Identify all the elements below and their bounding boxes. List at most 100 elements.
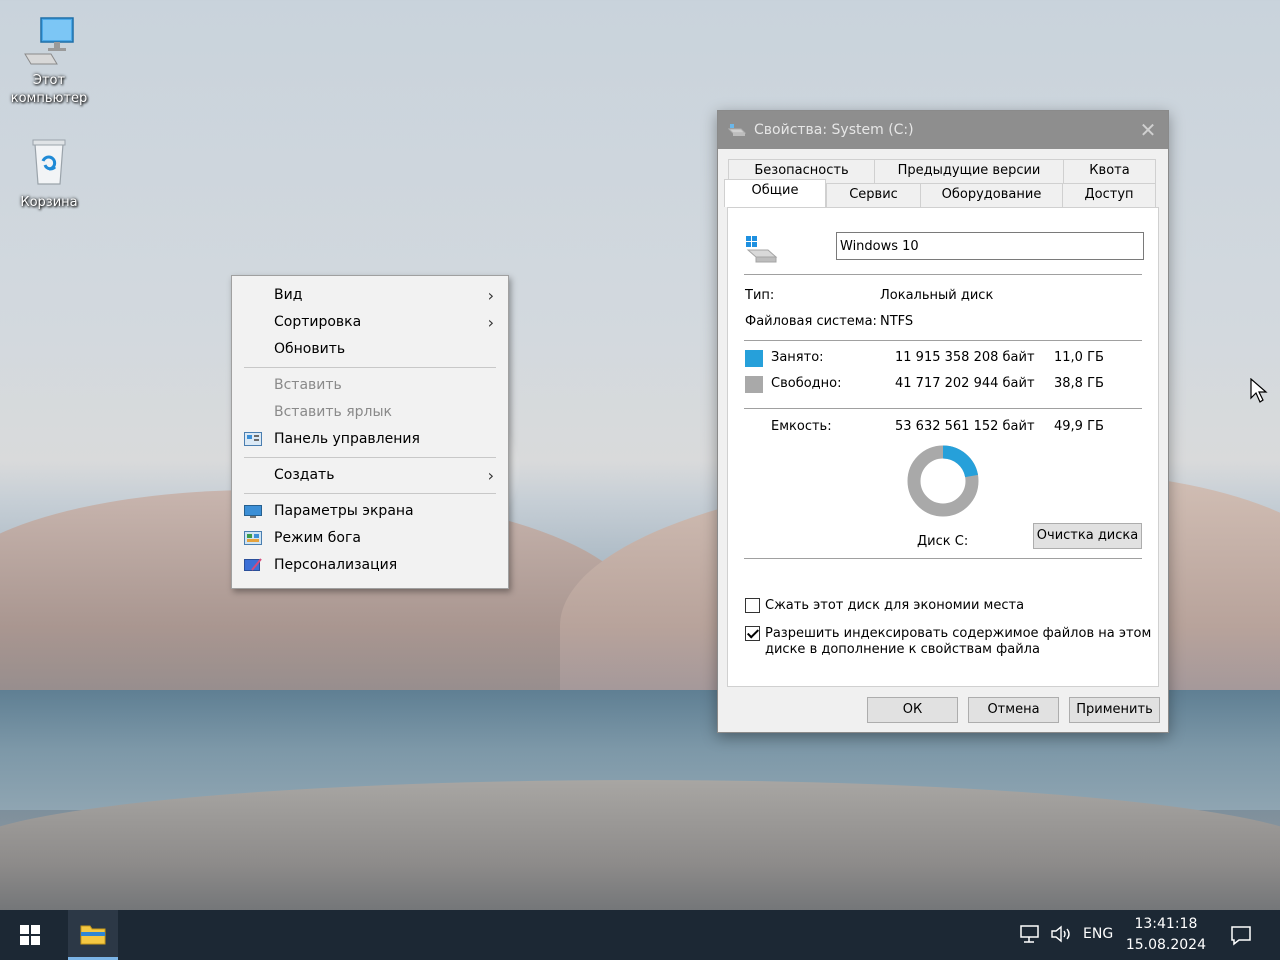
compress-drive-checkbox[interactable]	[745, 598, 760, 613]
disk-label: Диск C:	[917, 534, 969, 549]
cancel-button[interactable]: Отмена	[968, 697, 1059, 723]
menu-item-label: Режим бога	[274, 530, 361, 546]
display-settings-icon	[244, 505, 262, 518]
close-icon: ✕	[1139, 118, 1157, 142]
menu-separator	[244, 367, 496, 368]
menu-item-label: Вставить	[274, 377, 342, 393]
network-icon[interactable]	[1020, 924, 1042, 944]
tab-quota[interactable]: Квота	[1063, 159, 1156, 183]
menu-item-new[interactable]: Создать ›	[232, 462, 508, 489]
menu-item-label: Обновить	[274, 341, 346, 357]
menu-item-sort[interactable]: Сортировка ›	[232, 309, 508, 336]
button-label: Очистка диска	[1036, 528, 1139, 543]
menu-item-control-panel[interactable]: Панель управления	[232, 426, 508, 453]
divider	[744, 558, 1142, 559]
system-drive-icon	[746, 236, 778, 263]
menu-item-label: Создать	[274, 467, 335, 483]
desktop-label: Корзина	[20, 195, 78, 210]
divider	[744, 340, 1142, 341]
ok-button[interactable]: ОК	[867, 697, 958, 723]
type-value: Локальный диск	[880, 288, 994, 303]
menu-item-display-settings[interactable]: Параметры экрана	[232, 498, 508, 525]
menu-item-label: Параметры экрана	[274, 503, 414, 519]
mouse-pointer-icon	[1250, 378, 1268, 403]
notifications-icon[interactable]	[1230, 924, 1252, 946]
compress-drive-label: Сжать этот диск для экономии места	[765, 598, 1025, 613]
button-label: ОК	[902, 702, 923, 717]
control-panel-icon	[244, 432, 262, 446]
desktop-label: Этот	[32, 73, 66, 88]
general-tab-panel: Тип: Локальный диск Файловая система: NT…	[727, 207, 1159, 687]
dialog-title-bar[interactable]: Свойства: System (C:) ✕	[718, 111, 1168, 149]
drive-icon	[728, 124, 746, 136]
index-files-checkbox[interactable]	[745, 626, 760, 641]
desktop-context-menu: Вид › Сортировка › Обновить Вставить Вст…	[231, 275, 509, 589]
free-gb: 38,8 ГБ	[1054, 376, 1104, 391]
capacity-bytes: 53 632 561 152 байт	[895, 419, 1035, 434]
clock-date: 15.08.2024	[1125, 937, 1206, 953]
menu-item-refresh[interactable]: Обновить	[232, 336, 508, 363]
index-files-label-line2: диске в дополнение к свойствам файла	[765, 642, 1040, 657]
chevron-right-icon: ›	[487, 286, 494, 305]
folder-icon	[80, 925, 106, 945]
desktop-label: компьютер	[10, 91, 88, 106]
menu-item-label: Панель управления	[274, 431, 420, 447]
menu-item-god-mode[interactable]: Режим бога	[232, 525, 508, 552]
volume-icon[interactable]	[1050, 924, 1072, 944]
chevron-right-icon: ›	[487, 313, 494, 332]
this-pc-icon	[24, 17, 74, 65]
dialog-title: Свойства: System (C:)	[754, 122, 914, 138]
menu-item-paste: Вставить	[232, 372, 508, 399]
tab-label: Квота	[1089, 163, 1130, 178]
file-explorer-taskbar-button[interactable]	[68, 910, 118, 960]
menu-item-label: Сортировка	[274, 314, 362, 330]
taskbar-clock[interactable]: 13:41:18 15.08.2024	[1126, 914, 1206, 956]
menu-item-personalization[interactable]: Персонализация	[232, 552, 508, 579]
button-label: Отмена	[987, 702, 1040, 717]
tab-label: Безопасность	[754, 163, 849, 178]
taskbar: ENG 13:41:18 15.08.2024	[0, 910, 1280, 960]
drive-name-input[interactable]	[836, 232, 1144, 260]
tab-previous-versions[interactable]: Предыдущие версии	[874, 159, 1064, 183]
apply-button[interactable]: Применить	[1069, 697, 1160, 723]
menu-item-label: Вид	[274, 287, 303, 303]
used-space-swatch	[745, 350, 763, 367]
tab-label: Предыдущие версии	[897, 163, 1041, 178]
capacity-label: Емкость:	[771, 419, 832, 434]
index-files-label-line1: Разрешить индексировать содержимое файло…	[765, 626, 1152, 641]
tab-tools[interactable]: Сервис	[826, 183, 921, 207]
menu-item-label: Персонализация	[274, 557, 398, 573]
used-gb: 11,0 ГБ	[1054, 350, 1104, 365]
clock-time: 13:41:18	[1134, 916, 1198, 932]
menu-separator	[244, 457, 496, 458]
tab-label: Сервис	[849, 187, 898, 202]
used-bytes: 11 915 358 208 байт	[895, 350, 1035, 365]
divider	[744, 408, 1142, 409]
tab-general[interactable]: Общие	[724, 179, 826, 207]
tab-label: Доступ	[1084, 187, 1134, 202]
tab-hardware[interactable]: Оборудование	[920, 183, 1063, 207]
filesystem-value: NTFS	[880, 314, 914, 329]
used-label: Занято:	[771, 350, 824, 365]
start-button[interactable]	[0, 910, 58, 960]
desktop-icon-recycle-bin[interactable]: Корзина	[4, 134, 94, 212]
disk-usage-donut	[907, 445, 979, 517]
menu-separator	[244, 493, 496, 494]
divider	[744, 274, 1142, 275]
disk-cleanup-button[interactable]: Очистка диска	[1033, 523, 1142, 549]
menu-item-label: Вставить ярлык	[274, 404, 393, 420]
tab-sharing[interactable]: Доступ	[1062, 183, 1156, 207]
recycle-bin-icon	[32, 139, 66, 185]
chevron-right-icon: ›	[487, 466, 494, 485]
menu-item-view[interactable]: Вид ›	[232, 282, 508, 309]
input-language-indicator[interactable]: ENG	[1083, 926, 1113, 942]
free-label: Свободно:	[771, 376, 842, 391]
god-mode-icon	[244, 531, 262, 545]
tab-label: Общие	[751, 183, 799, 198]
menu-item-paste-shortcut: Вставить ярлык	[232, 399, 508, 426]
free-space-swatch	[745, 376, 763, 393]
close-button[interactable]: ✕	[1128, 111, 1168, 149]
desktop-icon-this-pc[interactable]: Этот компьютер	[4, 12, 94, 108]
filesystem-label: Файловая система:	[745, 314, 877, 329]
free-bytes: 41 717 202 944 байт	[895, 376, 1035, 391]
